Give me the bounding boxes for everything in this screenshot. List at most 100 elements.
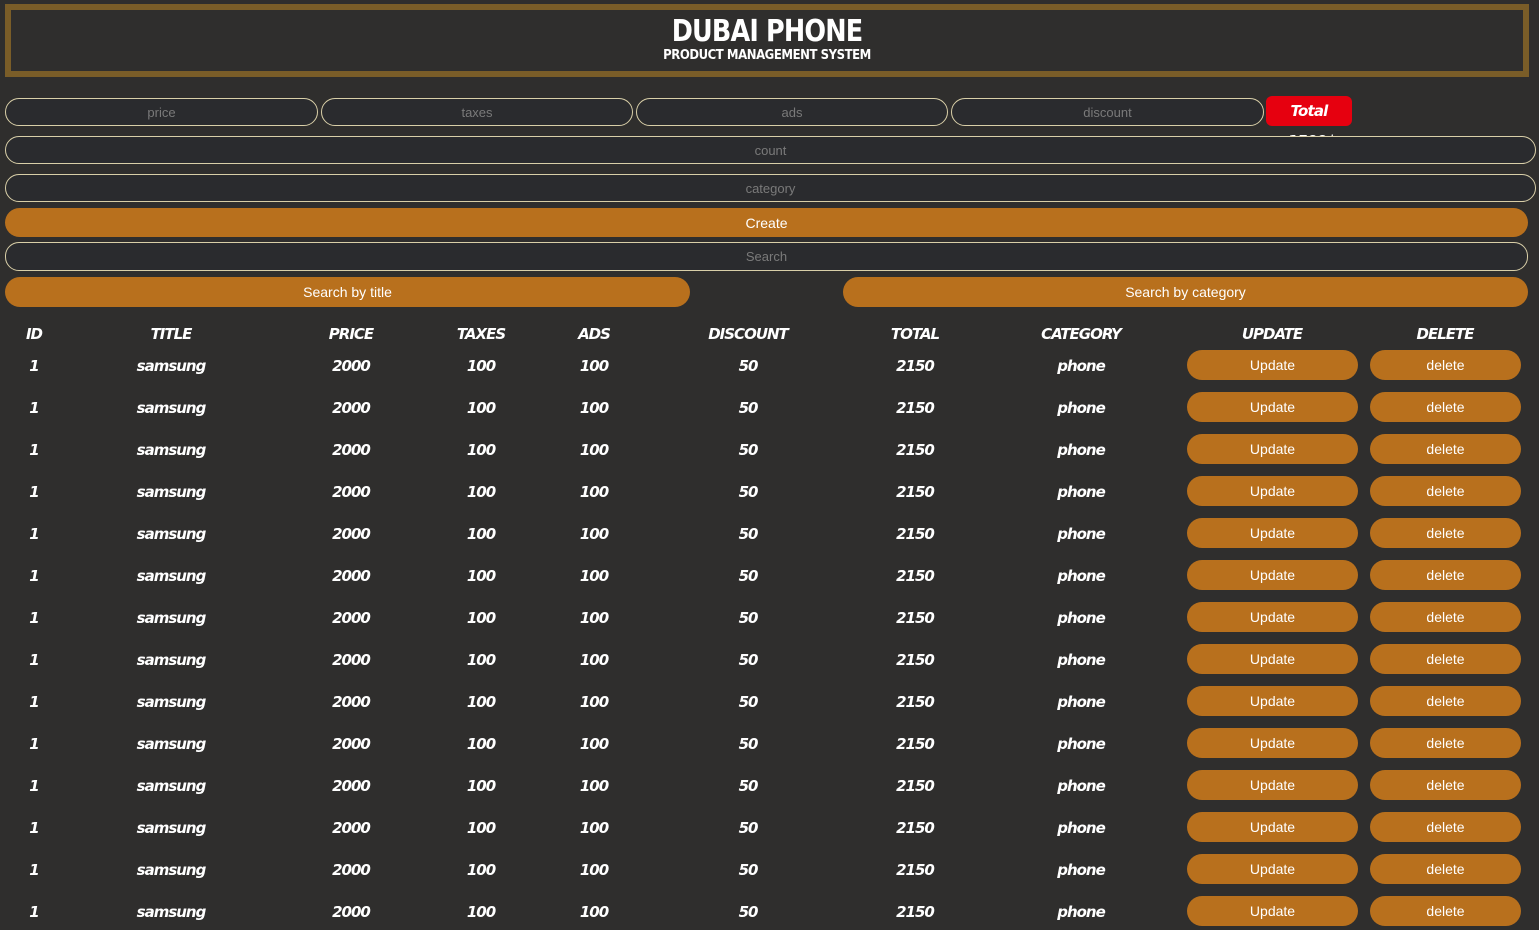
- delete-button[interactable]: delete: [1370, 434, 1521, 464]
- search-input[interactable]: [5, 242, 1528, 271]
- column-header-title: TITLE: [150, 325, 193, 343]
- cell-ads: 100: [579, 693, 609, 711]
- update-button[interactable]: Update: [1187, 770, 1358, 800]
- cell-id: 1: [29, 735, 39, 753]
- cell-discount: 50: [738, 609, 759, 627]
- cell-ads: 100: [579, 441, 609, 459]
- delete-button[interactable]: delete: [1370, 770, 1521, 800]
- cell-ads: 100: [579, 609, 609, 627]
- cell-total: 2150: [896, 567, 935, 585]
- update-button[interactable]: Update: [1187, 602, 1358, 632]
- cell-ads: 100: [579, 357, 609, 375]
- cell-id: 1: [29, 567, 39, 585]
- cell-ads: 100: [579, 819, 609, 837]
- delete-button[interactable]: delete: [1370, 644, 1521, 674]
- cell-ads: 100: [579, 903, 609, 921]
- delete-button[interactable]: delete: [1370, 476, 1521, 506]
- cell-total: 2150: [896, 735, 935, 753]
- cell-price: 2000: [332, 651, 371, 669]
- discount-input[interactable]: [951, 98, 1264, 126]
- update-button[interactable]: Update: [1187, 854, 1358, 884]
- create-button[interactable]: Create: [5, 208, 1528, 237]
- app-title: DUBAI PHONE: [671, 14, 863, 49]
- cell-id: 1: [29, 609, 39, 627]
- cell-total: 2150: [896, 399, 935, 417]
- cell-discount: 50: [738, 693, 759, 711]
- update-button[interactable]: Update: [1187, 728, 1358, 758]
- update-button[interactable]: Update: [1187, 644, 1358, 674]
- cell-total: 2150: [896, 483, 935, 501]
- cell-title: samsung: [136, 567, 207, 585]
- cell-category: phone: [1057, 441, 1106, 459]
- delete-button[interactable]: delete: [1370, 560, 1521, 590]
- update-button[interactable]: Update: [1187, 392, 1358, 422]
- delete-button[interactable]: delete: [1370, 686, 1521, 716]
- column-header-update: UPDATE: [1241, 325, 1303, 343]
- update-button[interactable]: Update: [1187, 686, 1358, 716]
- delete-button[interactable]: delete: [1370, 854, 1521, 884]
- update-button[interactable]: Update: [1187, 560, 1358, 590]
- column-header-total: TOTAL: [890, 325, 940, 343]
- price-input[interactable]: [5, 98, 318, 126]
- delete-button[interactable]: delete: [1370, 812, 1521, 842]
- count-input[interactable]: [5, 136, 1536, 164]
- column-header-category: CATEGORY: [1041, 325, 1122, 343]
- update-button[interactable]: Update: [1187, 896, 1358, 926]
- cell-id: 1: [29, 651, 39, 669]
- cell-title: samsung: [136, 819, 207, 837]
- cell-discount: 50: [738, 651, 759, 669]
- cell-taxes: 100: [466, 441, 496, 459]
- column-header-price: PRICE: [328, 325, 374, 343]
- category-input[interactable]: [5, 174, 1536, 202]
- cell-id: 1: [29, 357, 39, 375]
- cell-price: 2000: [332, 483, 371, 501]
- delete-button[interactable]: delete: [1370, 392, 1521, 422]
- cell-total: 2150: [896, 693, 935, 711]
- cell-category: phone: [1057, 777, 1106, 795]
- cell-price: 2000: [332, 441, 371, 459]
- cell-discount: 50: [738, 399, 759, 417]
- cell-price: 2000: [332, 903, 371, 921]
- delete-button[interactable]: delete: [1370, 728, 1521, 758]
- delete-button[interactable]: delete: [1370, 896, 1521, 926]
- search-by-category-button[interactable]: Search by category: [843, 277, 1528, 307]
- column-header-discount: DISCOUNT: [708, 325, 789, 343]
- cell-discount: 50: [738, 861, 759, 879]
- cell-discount: 50: [738, 525, 759, 543]
- cell-discount: 50: [738, 441, 759, 459]
- cell-category: phone: [1057, 567, 1106, 585]
- cell-title: samsung: [136, 903, 207, 921]
- column-header-id: ID: [25, 325, 43, 343]
- cell-ads: 100: [579, 567, 609, 585]
- cell-category: phone: [1057, 861, 1106, 879]
- update-button[interactable]: Update: [1187, 518, 1358, 548]
- column-header-ads: ADS: [578, 325, 611, 343]
- cell-taxes: 100: [466, 357, 496, 375]
- cell-category: phone: [1057, 609, 1106, 627]
- ads-input[interactable]: [636, 98, 948, 126]
- cell-discount: 50: [738, 819, 759, 837]
- taxes-input[interactable]: [321, 98, 633, 126]
- cell-taxes: 100: [466, 525, 496, 543]
- cell-total: 2150: [896, 525, 935, 543]
- cell-price: 2000: [332, 735, 371, 753]
- cell-total: 2150: [896, 861, 935, 879]
- delete-button[interactable]: delete: [1370, 602, 1521, 632]
- search-by-title-button[interactable]: Search by title: [5, 277, 690, 307]
- cell-category: phone: [1057, 483, 1106, 501]
- delete-button[interactable]: delete: [1370, 518, 1521, 548]
- cell-id: 1: [29, 861, 39, 879]
- cell-id: 1: [29, 399, 39, 417]
- cell-price: 2000: [332, 777, 371, 795]
- delete-button[interactable]: delete: [1370, 350, 1521, 380]
- cell-title: samsung: [136, 525, 207, 543]
- cell-total: 2150: [896, 819, 935, 837]
- update-button[interactable]: Update: [1187, 350, 1358, 380]
- cell-category: phone: [1057, 525, 1106, 543]
- update-button[interactable]: Update: [1187, 434, 1358, 464]
- update-button[interactable]: Update: [1187, 476, 1358, 506]
- update-button[interactable]: Update: [1187, 812, 1358, 842]
- cell-price: 2000: [332, 357, 371, 375]
- cell-total: 2150: [896, 903, 935, 921]
- cell-title: samsung: [136, 735, 207, 753]
